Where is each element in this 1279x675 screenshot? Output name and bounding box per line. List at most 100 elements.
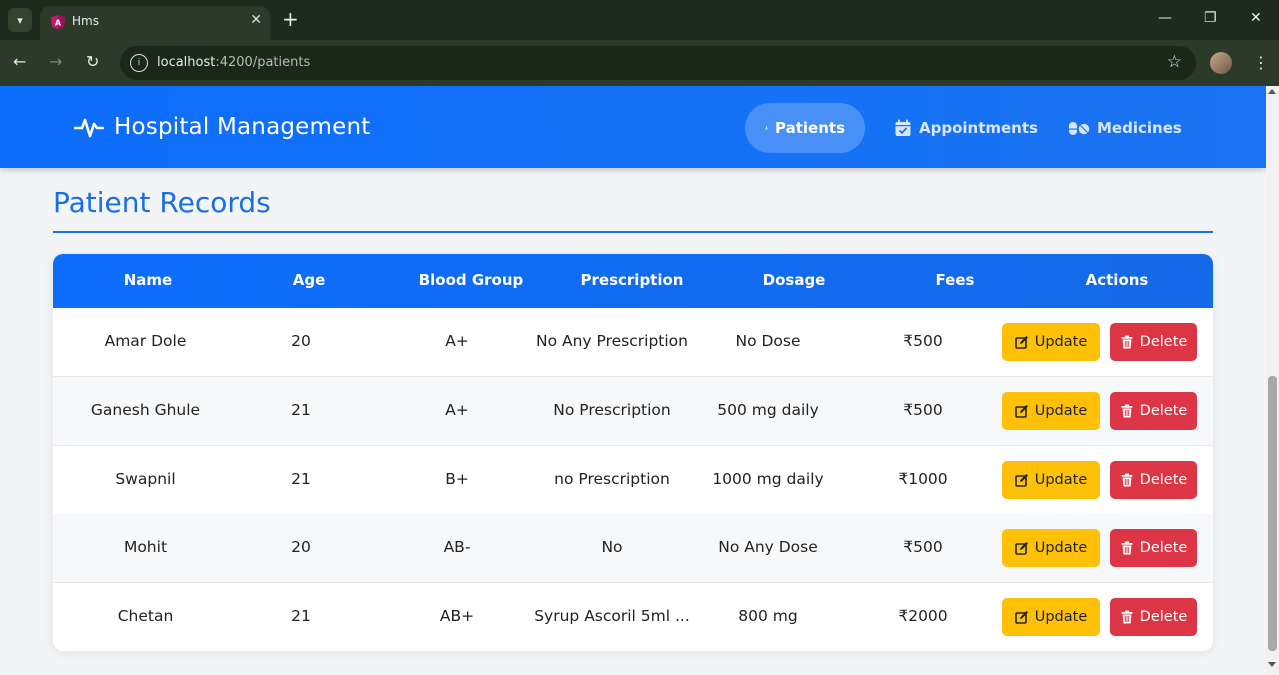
reload-icon[interactable]: ↻ <box>86 52 99 71</box>
svg-text:A: A <box>55 19 62 28</box>
cell-age: 21 <box>291 469 311 488</box>
page-viewport: Hospital Management Patients Appointment… <box>0 86 1266 675</box>
cell-name: Amar Dole <box>104 332 187 350</box>
table-row: Mohit 20 AB- No No Any Dose ₹500 Update … <box>53 514 1213 584</box>
column-header-fees: Fees <box>935 271 975 289</box>
cell-blood-group: A+ <box>445 400 469 419</box>
brand-title: Hospital Management <box>114 114 371 140</box>
nav-medicines[interactable]: Medicines <box>1048 103 1202 153</box>
update-button[interactable]: Update <box>1002 460 1100 499</box>
pills-icon <box>1069 122 1090 135</box>
trash-icon <box>1121 541 1133 555</box>
address-bar[interactable]: i localhost:4200/patients ☆ <box>120 46 1196 80</box>
cell-blood-group: AB- <box>443 538 471 557</box>
column-header-name: Name <box>123 271 173 289</box>
forward-arrow-icon[interactable]: → <box>49 52 62 71</box>
browser-tab-bar: ▾ A Hms ✕ + — ❐ ✕ <box>0 0 1279 40</box>
minimize-icon[interactable]: — <box>1158 10 1172 26</box>
cell-prescription: No <box>601 538 623 557</box>
calendar-check-icon <box>895 119 911 136</box>
cell-blood-group: AB+ <box>439 607 475 626</box>
cell-prescription: no Prescription <box>554 469 670 488</box>
trash-icon <box>1121 335 1133 349</box>
cell-fees: ₹500 <box>903 332 943 350</box>
cell-name: Swapnil <box>115 469 176 488</box>
table-row: Chetan 21 AB+ Syrup Ascoril 5ml ... 800 … <box>53 583 1213 651</box>
column-header-blood-group: Blood Group <box>418 271 524 289</box>
update-button-label: Update <box>1034 471 1088 488</box>
delete-button[interactable]: Delete <box>1110 598 1197 637</box>
delete-button[interactable]: Delete <box>1110 529 1197 568</box>
scroll-up-arrow-icon[interactable] <box>1268 89 1276 94</box>
page-title: Patient Records <box>53 186 271 219</box>
delete-button-label: Delete <box>1139 471 1188 488</box>
cell-prescription: No Prescription <box>553 400 671 419</box>
cell-fees: ₹500 <box>903 400 943 419</box>
trash-icon <box>1121 610 1133 624</box>
nav-appointments-label: Appointments <box>919 119 1038 137</box>
delete-button[interactable]: Delete <box>1110 460 1197 499</box>
edit-icon <box>1014 542 1028 556</box>
edit-icon <box>1014 336 1028 349</box>
delete-button-label: Delete <box>1139 609 1188 626</box>
browser-toolbar: ← → ↻ i localhost:4200/patients ☆ <box>0 40 1279 86</box>
close-window-icon[interactable]: ✕ <box>1250 10 1262 26</box>
update-button[interactable]: Update <box>1002 391 1100 430</box>
update-button-label: Update <box>1034 402 1088 419</box>
cell-dosage: 800 mg <box>738 607 798 626</box>
scrollbar-thumb[interactable] <box>1268 376 1277 651</box>
trash-icon <box>1121 404 1133 418</box>
delete-button-label: Delete <box>1139 402 1188 419</box>
new-tab-button[interactable]: + <box>282 8 299 30</box>
update-button-label: Update <box>1034 540 1088 557</box>
tab-search-button[interactable]: ▾ <box>8 8 32 32</box>
update-button[interactable]: Update <box>1002 323 1100 361</box>
nav-patients[interactable]: Patients <box>745 103 865 153</box>
brand[interactable]: Hospital Management <box>74 114 370 140</box>
edit-icon <box>1014 473 1028 487</box>
restore-icon[interactable]: ❐ <box>1204 10 1217 26</box>
browser-menu-icon[interactable]: ⋮ <box>1253 53 1269 72</box>
cell-name: Mohit <box>123 538 168 557</box>
update-button[interactable]: Update <box>1002 529 1100 568</box>
cell-name: Chetan <box>117 607 174 626</box>
site-info-icon[interactable]: i <box>130 54 148 72</box>
column-header-actions: Actions <box>1085 271 1149 289</box>
update-button[interactable]: Update <box>1002 598 1100 637</box>
cell-dosage: 1000 mg daily <box>712 469 824 488</box>
table-row: Ganesh Ghule 21 A+ No Prescription 500 m… <box>53 376 1213 446</box>
bookmark-star-icon[interactable]: ☆ <box>1167 52 1182 72</box>
page-scrollbar[interactable] <box>1266 86 1279 675</box>
browser-tab[interactable]: A Hms ✕ <box>40 6 270 40</box>
table-header: Name Age Blood Group Prescription Dosage… <box>53 254 1213 308</box>
profile-avatar[interactable] <box>1210 52 1232 74</box>
heartbeat-icon <box>74 118 104 138</box>
delete-button[interactable]: Delete <box>1110 323 1197 361</box>
delete-button[interactable]: Delete <box>1110 391 1197 430</box>
column-header-prescription: Prescription <box>580 271 684 289</box>
table-row: Amar Dole 20 A+ No Any Prescription No D… <box>53 308 1213 377</box>
cell-dosage: 500 mg daily <box>717 400 819 419</box>
title-divider <box>53 231 1213 233</box>
cell-fees: ₹2000 <box>898 607 948 626</box>
cell-age: 21 <box>291 607 311 626</box>
edit-icon <box>1014 611 1028 624</box>
app-navbar: Hospital Management Patients Appointment… <box>0 86 1266 168</box>
cell-dosage: No Dose <box>735 332 801 350</box>
cell-prescription: Syrup Ascoril 5ml ... <box>534 607 690 626</box>
column-header-dosage: Dosage <box>762 271 826 289</box>
nav-appointments[interactable]: Appointments <box>874 103 1058 153</box>
cell-blood-group: A+ <box>445 332 469 350</box>
tab-title: Hms <box>72 14 99 28</box>
column-header-age: Age <box>292 271 326 289</box>
delete-button-label: Delete <box>1139 540 1188 557</box>
back-arrow-icon[interactable]: ← <box>13 52 26 71</box>
trash-icon <box>1121 473 1133 487</box>
cell-fees: ₹500 <box>903 538 943 557</box>
scroll-down-arrow-icon[interactable] <box>1268 662 1276 667</box>
update-button-label: Update <box>1034 334 1088 350</box>
angular-favicon-icon: A <box>51 15 65 30</box>
tab-close-icon[interactable]: ✕ <box>250 12 262 28</box>
cell-prescription: No Any Prescription <box>536 332 688 350</box>
cell-age: 20 <box>291 538 311 557</box>
